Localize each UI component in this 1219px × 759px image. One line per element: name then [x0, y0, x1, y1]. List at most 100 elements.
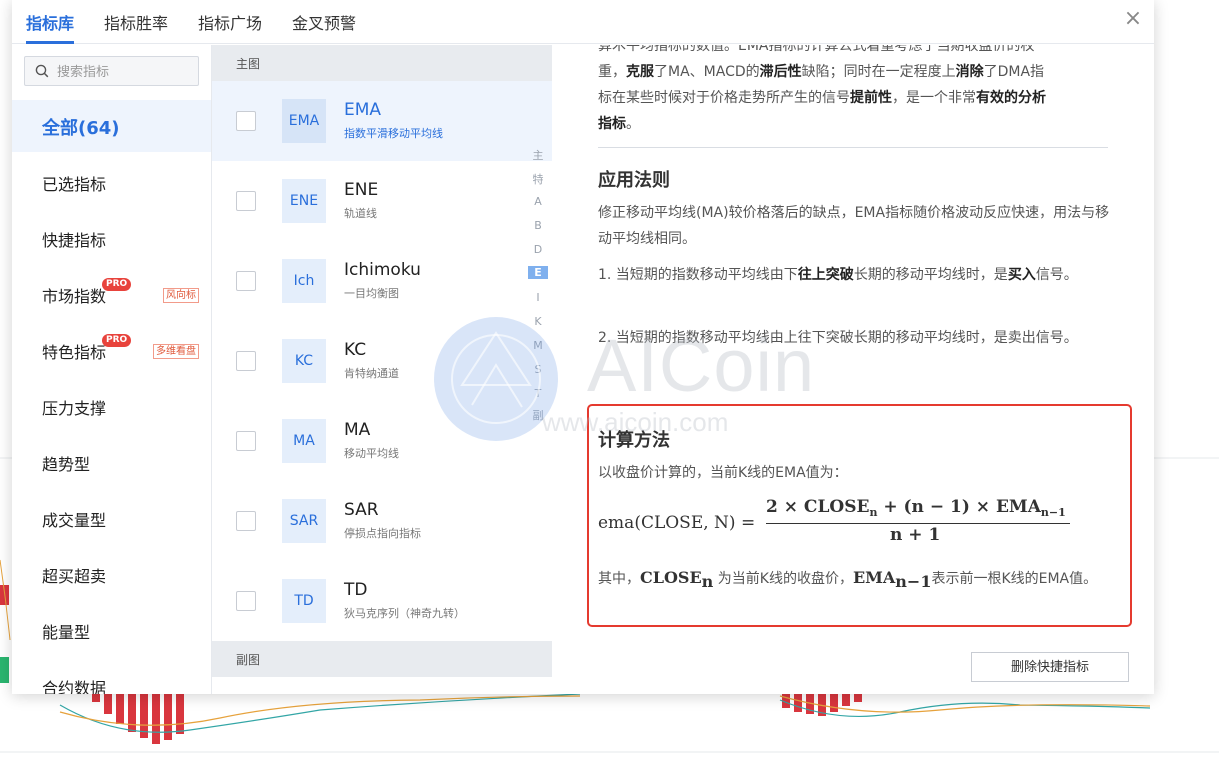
- tab-indicator-square[interactable]: 指标广场: [198, 10, 262, 34]
- indicator-row-td[interactable]: TD TD 狄马克序列（神奇九转）: [212, 561, 552, 641]
- tab-indicator-win-rate[interactable]: 指标胜率: [104, 10, 168, 34]
- indicator-description: 一目均衡图: [344, 287, 399, 300]
- intro-line: 重，克服了MA、MACD的滞后性缺陷；同时在一定程度上消除了DMA指: [598, 64, 1045, 80]
- rule-item-sell: 2. 当短期的指数移动平均线由上往下突破长期的移动平均线时，是卖出信号。: [598, 330, 1078, 346]
- indicator-checkbox[interactable]: [236, 351, 256, 371]
- close-icon[interactable]: ×: [1122, 8, 1144, 30]
- chart-volume-bar: [854, 694, 862, 702]
- formula-explanation: 其中，CLOSEn 为当前K线的收盘价，EMAn−1表示前一根K线的EMA值。: [598, 568, 1098, 591]
- pro-badge: PRO: [102, 334, 132, 347]
- search-icon: [35, 64, 49, 78]
- indicator-description: 狄马克序列（神奇九转）: [344, 607, 465, 620]
- sidebar-item-label: 能量型: [42, 623, 91, 642]
- remove-quick-indicator-button[interactable]: 删除快捷指标: [971, 652, 1129, 682]
- search-input[interactable]: [57, 61, 192, 81]
- alpha-index-item[interactable]: A: [528, 195, 548, 208]
- sidebar-item-contract-data[interactable]: 合约数据: [12, 660, 211, 694]
- sidebar-item-trend[interactable]: 趋势型: [12, 436, 211, 488]
- alpha-index-item[interactable]: D: [528, 243, 548, 256]
- section-header-label: 副图: [236, 653, 261, 667]
- indicator-name: Ichimoku: [344, 260, 421, 280]
- indicator-checkbox[interactable]: [236, 511, 256, 531]
- chart-volume-bar: [104, 694, 112, 714]
- sidebar-item-all[interactable]: 全部(64): [12, 100, 211, 152]
- sidebar-item-label: 压力支撑: [42, 399, 107, 418]
- alpha-index-item[interactable]: S: [528, 363, 548, 376]
- indicator-name: KC: [344, 340, 367, 360]
- pro-badge: PRO: [102, 278, 132, 291]
- indicator-abbr-icon: TD: [282, 579, 326, 623]
- chart-volume-bar: [164, 694, 172, 740]
- indicator-description: 停损点指向指标: [344, 527, 421, 540]
- indicator-description: 移动平均线: [344, 447, 399, 460]
- indicator-row-ema[interactable]: EMA EMA 指数平滑移动平均线: [212, 81, 552, 161]
- intro-line: 标在某些时候对于价格走势所产生的信号提前性，是一个非常有效的分析: [598, 90, 1046, 106]
- indicator-detail-panel: 算术平均指标的数值。EMA指标的计算公式着重考虑了当期收盘价的权 重，克服了MA…: [552, 45, 1154, 694]
- chart-volume-bar: [92, 694, 100, 702]
- chart-candle: [0, 657, 9, 683]
- sidebar-item-label: 合约数据: [42, 679, 107, 694]
- indicator-name: MA: [344, 420, 371, 440]
- intro-line: 指标。: [598, 116, 640, 132]
- sidebar-item-energy[interactable]: 能量型: [12, 604, 211, 656]
- indicator-description: 肯特纳通道: [344, 367, 399, 380]
- section-header-sub: 副图: [212, 641, 552, 677]
- sidebar-item-quick[interactable]: 快捷指标: [12, 212, 211, 264]
- alpha-index-item[interactable]: 副: [528, 407, 548, 423]
- chart-volume-bar: [176, 694, 184, 734]
- chart-volume-bar: [794, 694, 802, 712]
- indicator-abbr-icon: EMA: [282, 99, 326, 143]
- sidebar-item-overbought-oversold[interactable]: 超买超卖: [12, 548, 211, 600]
- indicator-row-ichimoku[interactable]: Ich Ichimoku 一目均衡图: [212, 241, 552, 321]
- indicator-row-ene[interactable]: ENE ENE 轨道线: [212, 161, 552, 241]
- sidebar-item-label: 快捷指标: [42, 231, 107, 250]
- sidebar-item-market-index[interactable]: 市场指数 PRO 风向标: [12, 268, 211, 320]
- alpha-index-item[interactable]: 主: [528, 147, 548, 163]
- indicator-library-dialog: 指标库 指标胜率 指标广场 金叉预警 × 全部(64) 已选指标 快捷指标 市场…: [12, 0, 1154, 694]
- intro-line: 算术平均指标的数值。EMA指标的计算公式着重考虑了当期收盘价的权: [598, 45, 1035, 54]
- indicator-description: 指数平滑移动平均线: [344, 127, 443, 140]
- sidebar-item-label: 特色指标: [42, 343, 107, 362]
- chart-volume-bar: [116, 694, 124, 724]
- indicator-checkbox[interactable]: [236, 591, 256, 611]
- indicator-row-sar[interactable]: SAR SAR 停损点指向指标: [212, 481, 552, 561]
- alpha-index-item[interactable]: T: [528, 387, 548, 400]
- calc-intro: 以收盘价计算的，当前K线的EMA值为：: [598, 465, 848, 481]
- sidebar-item-label: 超买超卖: [42, 567, 107, 586]
- indicator-checkbox[interactable]: [236, 111, 256, 131]
- sidebar-item-label: 趋势型: [42, 455, 91, 474]
- section-divider: [598, 147, 1108, 148]
- alpha-index-item[interactable]: K: [528, 315, 548, 328]
- sidebar-item-selected[interactable]: 已选指标: [12, 156, 211, 208]
- indicator-checkbox[interactable]: [236, 431, 256, 451]
- indicator-row-kc[interactable]: KC KC 肯特纳通道: [212, 321, 552, 401]
- formula-fraction-bar: [766, 523, 1070, 524]
- alpha-index-item[interactable]: I: [528, 291, 548, 304]
- indicator-checkbox[interactable]: [236, 191, 256, 211]
- indicator-checkbox[interactable]: [236, 271, 256, 291]
- indicator-name: ENE: [344, 180, 379, 200]
- alpha-index-item[interactable]: 特: [528, 171, 548, 187]
- sidebar-item-volume[interactable]: 成交量型: [12, 492, 211, 544]
- rule-heading: 应用法则: [598, 170, 670, 191]
- sidebar-item-support-resistance[interactable]: 压力支撑: [12, 380, 211, 432]
- indicator-name: TD: [344, 580, 368, 600]
- alpha-index-item-active[interactable]: E: [528, 266, 548, 279]
- intro-paragraph: 算术平均指标的数值。EMA指标的计算公式着重考虑了当期收盘价的权 重，克服了MA…: [598, 45, 1114, 137]
- sidebar-item-label: 成交量型: [42, 511, 107, 530]
- rule-item-buy: 1. 当短期的指数移动平均线由下往上突破长期的移动平均线时，是买入信号。: [598, 267, 1078, 283]
- category-sidebar: 全部(64) 已选指标 快捷指标 市场指数 PRO 风向标 特色指标 PRO 多…: [12, 45, 212, 694]
- indicator-abbr-icon: ENE: [282, 179, 326, 223]
- sidebar-item-featured[interactable]: 特色指标 PRO 多维看盘: [12, 324, 211, 376]
- section-header-label: 主图: [236, 57, 261, 71]
- tab-bar: 指标库 指标胜率 指标广场 金叉预警 ×: [12, 0, 1154, 44]
- calc-heading: 计算方法: [598, 430, 670, 451]
- indicator-abbr-icon: Ich: [282, 259, 326, 303]
- indicator-abbr-icon: SAR: [282, 499, 326, 543]
- tab-indicator-library[interactable]: 指标库: [26, 10, 74, 34]
- indicator-row-ma[interactable]: MA MA 移动平均线: [212, 401, 552, 481]
- tab-golden-cross-alert[interactable]: 金叉预警: [292, 10, 356, 34]
- category-tag: 风向标: [163, 288, 199, 303]
- alpha-index-item[interactable]: M: [528, 339, 548, 352]
- alpha-index-item[interactable]: B: [528, 219, 548, 232]
